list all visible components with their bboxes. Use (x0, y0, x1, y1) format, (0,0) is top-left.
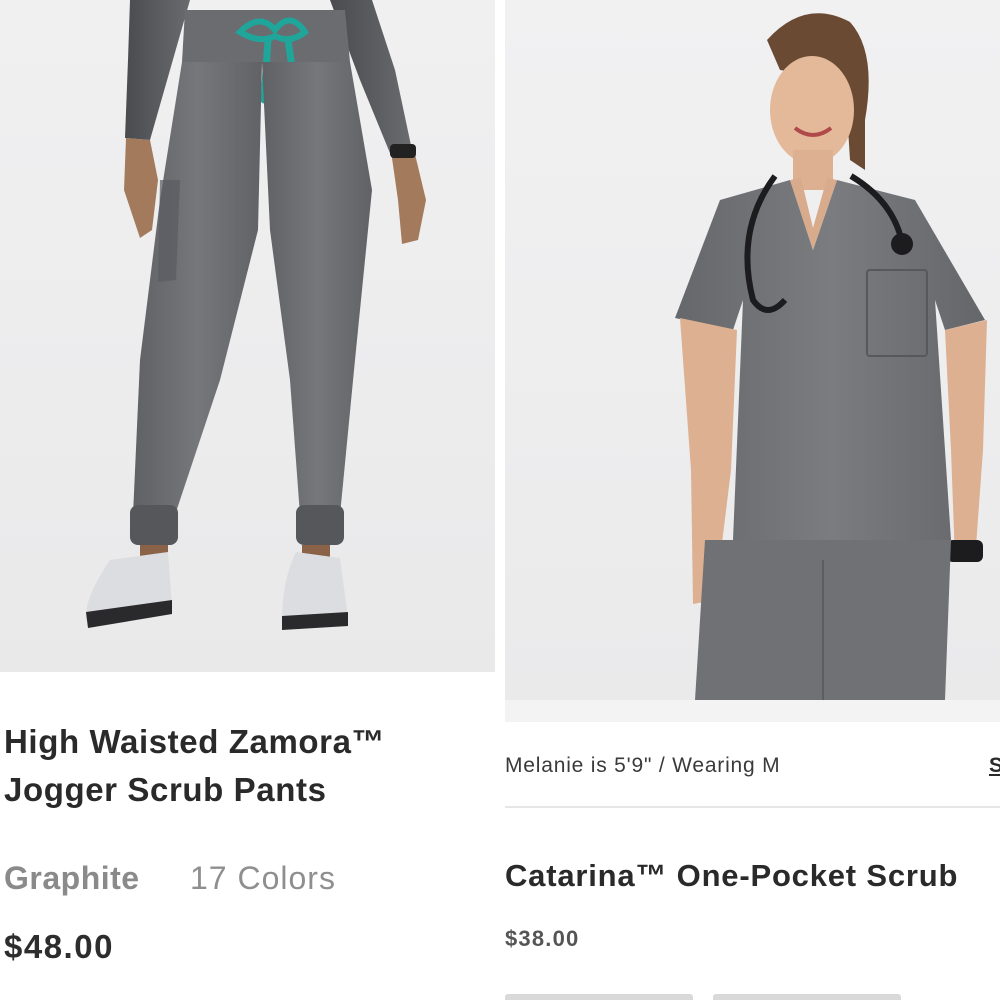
image-bottom-band (505, 700, 1000, 722)
color-swatch[interactable] (505, 994, 693, 1000)
product-grid: High Waisted Zamora™ Jogger Scrub Pants … (0, 0, 1000, 1000)
jogger-pants-illustration (85, 0, 426, 630)
product-price: $38.00 (505, 926, 580, 951)
product-title[interactable]: Catarina™ One-Pocket Scrub (505, 858, 958, 894)
product-price: $48.00 (4, 928, 114, 965)
size-guide-link[interactable]: S (989, 754, 1000, 778)
product-card-catarina[interactable]: Melanie is 5'9" / Wearing M S Catarina™ … (505, 0, 1000, 1000)
color-swatch[interactable] (713, 994, 901, 1000)
watch-icon (390, 144, 416, 158)
product-image-jogger-pants[interactable] (0, 0, 495, 672)
watch-icon (947, 540, 983, 562)
color-count[interactable]: 17 Colors (190, 860, 336, 897)
model-size-info: Melanie is 5'9" / Wearing M (505, 754, 781, 777)
product-title[interactable]: High Waisted Zamora™ Jogger Scrub Pants (4, 718, 484, 814)
divider (505, 806, 1000, 808)
scrub-top-illustration (675, 13, 987, 700)
product-card-jogger[interactable]: High Waisted Zamora™ Jogger Scrub Pants … (0, 0, 495, 1000)
selected-color-name: Graphite (4, 860, 140, 896)
product-image-catarina-top[interactable] (505, 0, 1000, 700)
